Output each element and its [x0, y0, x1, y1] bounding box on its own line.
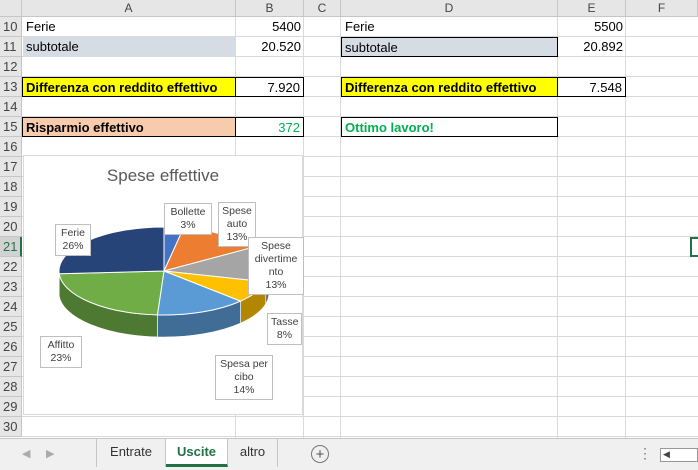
- horizontal-scrollbar[interactable]: ◀: [660, 448, 698, 462]
- data-label-bollette: Bollette 3%: [164, 203, 212, 235]
- gridline-row: [22, 436, 698, 437]
- more-options-icon[interactable]: ⋮: [638, 445, 652, 462]
- row-header-14[interactable]: 14: [0, 97, 22, 117]
- tab-entrate[interactable]: Entrate: [96, 439, 166, 467]
- data-label-tasse: Tasse 8%: [267, 313, 302, 345]
- column-header-b[interactable]: B: [236, 0, 304, 17]
- row-header-15[interactable]: 15: [0, 117, 22, 137]
- column-header-d[interactable]: D: [341, 0, 558, 17]
- row-header-19[interactable]: 19: [0, 197, 22, 217]
- row-header-26[interactable]: 26: [0, 337, 22, 357]
- cell-a13[interactable]: Differenza con reddito effettivo: [22, 77, 236, 97]
- gridline-row: [22, 416, 698, 417]
- row-header-21[interactable]: 21: [0, 237, 22, 257]
- cell-b15[interactable]: 372: [235, 117, 304, 137]
- row-header-27[interactable]: 27: [0, 357, 22, 377]
- row-header-13[interactable]: 13: [0, 77, 22, 97]
- cell-b11[interactable]: 20.520: [236, 37, 304, 57]
- column-header-c[interactable]: C: [304, 0, 341, 17]
- row-header-16[interactable]: 16: [0, 137, 22, 157]
- cell-b13[interactable]: 7.920: [235, 77, 304, 97]
- row-header-18[interactable]: 18: [0, 177, 22, 197]
- scroll-tabs-right-icon[interactable]: ▶: [46, 447, 54, 460]
- add-sheet-button[interactable]: +: [311, 445, 329, 463]
- data-label-affitto: Affitto 23%: [40, 336, 82, 368]
- data-label-spese-divertimento: Spese divertime nto 13%: [248, 237, 304, 295]
- row-header-22[interactable]: 22: [0, 257, 22, 277]
- row-header-12[interactable]: 12: [0, 57, 22, 77]
- pie-chart[interactable]: Spese effettive Bollette 3% Spese auto 13% …: [23, 155, 304, 415]
- data-label-spesa-per-cibo: Spesa per cibo 14%: [215, 355, 273, 400]
- cell-a15[interactable]: Risparmio effettivo: [22, 117, 236, 137]
- row-header-30[interactable]: 30: [0, 417, 22, 437]
- data-label-ferie: Ferie 26%: [55, 224, 91, 256]
- sheet-tab-bar: ◀ ▶ Entrate Uscite altro + ⋮ ◀: [0, 438, 698, 470]
- column-header-a[interactable]: A: [22, 0, 236, 17]
- cell-a10[interactable]: Ferie: [23, 17, 236, 37]
- row-header-17[interactable]: 17: [0, 157, 22, 177]
- row-header-28[interactable]: 28: [0, 377, 22, 397]
- cell-d10[interactable]: Ferie: [342, 17, 558, 37]
- active-cell-indicator[interactable]: [690, 237, 698, 257]
- cell-a11[interactable]: subtotale: [23, 37, 236, 57]
- spreadsheet-grid[interactable]: A B C D E F 10 11 12 13 14 15 16 17 18 19 20 21 22 23…: [0, 0, 698, 438]
- column-header-f[interactable]: F: [626, 0, 698, 17]
- cell-d11[interactable]: subtotale: [341, 37, 558, 57]
- scroll-tabs-left-icon[interactable]: ◀: [22, 447, 30, 460]
- cell-d15[interactable]: Ottimo lavoro!: [341, 117, 558, 137]
- row-header-20[interactable]: 20: [0, 217, 22, 237]
- select-all-corner[interactable]: [0, 0, 22, 17]
- cell-b10[interactable]: 5400: [236, 17, 304, 37]
- scroll-left-icon[interactable]: ◀: [663, 449, 670, 460]
- cell-d13[interactable]: Differenza con reddito effettivo: [341, 77, 558, 97]
- row-header-29[interactable]: 29: [0, 397, 22, 417]
- tab-uscite[interactable]: Uscite: [166, 439, 228, 467]
- cell-e11[interactable]: 20.892: [558, 37, 626, 57]
- row-header-11[interactable]: 11: [0, 37, 22, 57]
- cell-e13[interactable]: 7.548: [557, 77, 626, 97]
- tab-altro[interactable]: altro: [228, 439, 278, 467]
- row-header-24[interactable]: 24: [0, 297, 22, 317]
- row-header-10[interactable]: 10: [0, 17, 22, 37]
- cell-e10[interactable]: 5500: [558, 17, 626, 37]
- column-header-e[interactable]: E: [558, 0, 626, 17]
- row-header-23[interactable]: 23: [0, 277, 22, 297]
- row-header-25[interactable]: 25: [0, 317, 22, 337]
